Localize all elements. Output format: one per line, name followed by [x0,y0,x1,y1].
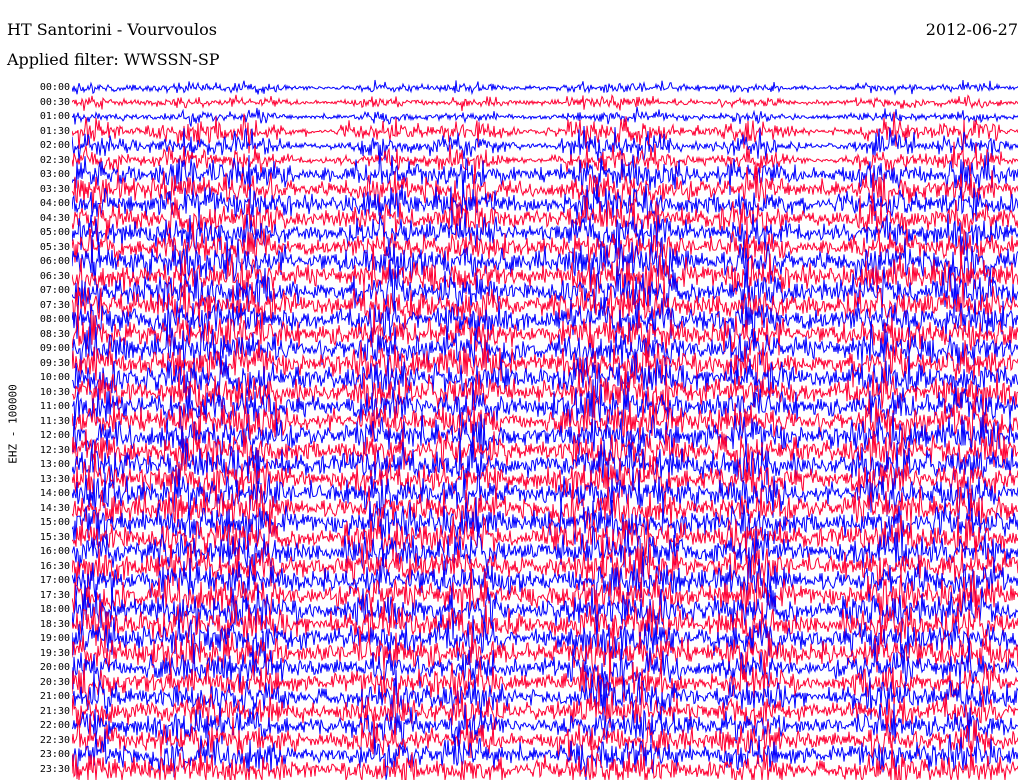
row-label: 01:30 [39,125,70,137]
row-label: 11:00 [39,401,70,412]
row-label: 23:30 [39,763,70,775]
row-label: 21:00 [39,691,70,702]
row-label: 08:00 [39,314,70,325]
row-label: 06:00 [39,256,70,267]
row-label: 00:30 [39,96,70,108]
row-label: 03:00 [39,169,70,180]
trace-row [72,106,1018,127]
row-label: 10:00 [39,372,70,383]
row-label: 17:30 [39,589,70,601]
row-label: 15:30 [39,531,70,543]
row-label: 11:30 [39,415,70,427]
row-label: 05:30 [39,241,70,253]
row-label: 02:30 [39,154,70,166]
trace-row [72,79,1018,96]
row-label: 08:30 [39,328,70,340]
row-label: 16:00 [39,546,70,557]
row-label: 09:00 [39,343,70,354]
row-time-labels: 00:00 00:30 01:00 01:30 02:00 02:30 03:00 03:30… [0,0,70,780]
row-label: 13:00 [39,459,70,470]
row-label: 01:00 [39,111,70,122]
row-label: 19:30 [39,647,70,659]
row-label: 13:30 [39,473,70,485]
row-label: 04:30 [39,212,70,224]
row-label: 14:30 [39,502,70,514]
row-label: 12:00 [39,430,70,441]
row-label: 19:00 [39,633,70,644]
row-label: 18:00 [39,604,70,615]
row-label: 00:00 [39,82,70,93]
row-label: 20:00 [39,662,70,673]
row-label: 18:30 [39,618,70,630]
row-label: 20:30 [39,676,70,688]
row-label: 07:30 [39,299,70,311]
trace-row [72,141,1018,181]
row-label: 04:00 [39,198,70,209]
trace-row [72,94,1018,112]
row-label: 07:00 [39,285,70,296]
row-label: 15:00 [39,517,70,528]
row-label: 23:00 [39,749,70,760]
row-label: 16:30 [39,560,70,572]
helicorder-page: HT Santorini - Vourvoulos Applied filter… [0,0,1024,780]
row-label: 10:30 [39,386,70,398]
row-label: 21:30 [39,705,70,717]
row-label: 05:00 [39,227,70,238]
row-label: 09:30 [39,357,70,369]
trace-row [72,511,1018,569]
row-label: 14:00 [39,488,70,499]
row-label: 17:00 [39,575,70,586]
row-label: 06:30 [39,270,70,282]
row-label: 22:00 [39,720,70,731]
row-label: 03:30 [39,183,70,195]
trace-row [72,111,1018,154]
row-label: 12:30 [39,444,70,456]
row-label: 22:30 [39,734,70,746]
seismogram-plot [72,79,1018,780]
row-label: 02:00 [39,140,70,151]
